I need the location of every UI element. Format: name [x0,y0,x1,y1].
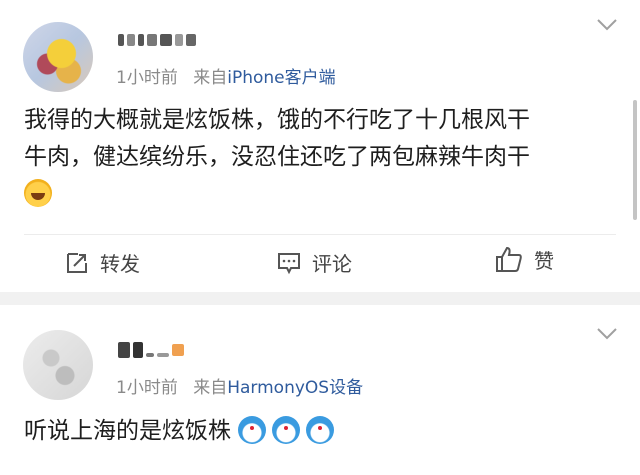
chevron-down-icon[interactable] [596,18,618,32]
source-link[interactable]: iPhone客户端 [227,68,335,88]
doraemon-emoji-icon [306,416,335,444]
repost-button[interactable]: 转发 [64,248,140,277]
post-text-line: 听说上海的是炫饭株 [24,418,231,444]
weibo-post-2: 1小时前 来自HarmonyOS设备 听说上海的是炫饭株 [0,305,640,475]
post-time: 1小时前 [116,378,178,398]
thumbs-up-icon [494,244,524,274]
repost-label: 转发 [100,252,140,276]
post-actions: 转发 评论 赞 [0,244,640,282]
scrollbar[interactable] [633,100,637,220]
post-meta: 1小时前 来自iPhone客户端 [116,63,336,88]
post-text-line: 牛肉，健达缤纷乐，没忍住还吃了两包麻辣牛肉干 [24,144,530,170]
post-time: 1小时前 [116,68,178,88]
post-text-line: 我得的大概就是炫饭株，饿的不行吃了十几根风干 [24,107,530,133]
weibo-post-1: 1小时前 来自iPhone客户端 我得的大概就是炫饭株，饿的不行吃了十几根风干 … [0,0,640,292]
source-link[interactable]: HarmonyOS设备 [227,378,363,398]
username-blurred[interactable] [118,340,184,360]
username-blurred[interactable] [118,30,196,50]
comment-label: 评论 [312,252,352,276]
post-text: 我得的大概就是炫饭株，饿的不行吃了十几根风干 牛肉，健达缤纷乐，没忍住还吃了两包… [24,102,600,213]
repost-icon [64,250,90,276]
post-separator [0,292,640,305]
chevron-down-icon[interactable] [596,327,618,341]
source-prefix: 来自 [193,378,228,398]
post-meta: 1小时前 来自HarmonyOS设备 [116,373,363,398]
comment-icon [276,250,302,276]
comment-button[interactable]: 评论 [276,248,352,277]
post-text: 听说上海的是炫饭株 [24,413,600,450]
avatar[interactable] [23,330,93,400]
doraemon-emoji-icon [272,416,301,444]
divider [24,234,616,235]
laugh-cry-emoji-icon [24,179,52,207]
source-prefix: 来自 [193,68,228,88]
doraemon-emoji-icon [238,416,267,444]
avatar[interactable] [23,22,93,92]
like-button[interactable]: 赞 [494,244,554,274]
like-label: 赞 [534,248,554,273]
